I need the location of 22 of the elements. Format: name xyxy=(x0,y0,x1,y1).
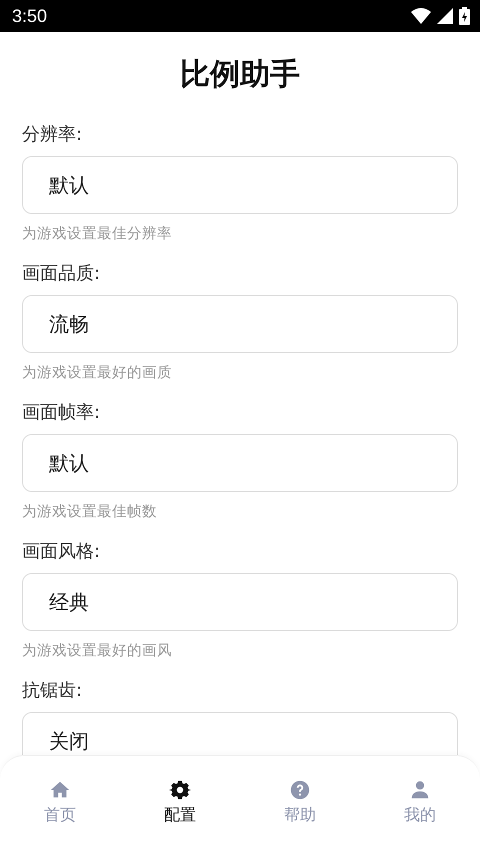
setting-label: 分辨率: xyxy=(22,123,84,146)
select-field[interactable]: 经典 xyxy=(22,573,458,631)
nav-tab[interactable]: 配置 xyxy=(120,779,240,853)
signal-icon xyxy=(437,8,453,24)
page-title: 比例助手 xyxy=(179,56,301,94)
user-icon xyxy=(409,779,431,801)
select-field[interactable]: 默认 xyxy=(22,156,458,214)
clock: 3:50 xyxy=(12,6,48,26)
setting-hint: 为游戏设置最佳帧数 xyxy=(22,503,158,521)
setting-hint: 为游戏设置最佳分辨率 xyxy=(22,224,173,243)
setting-label: 画面风格: xyxy=(22,540,102,563)
setting-label: 画面品质: xyxy=(22,262,102,285)
setting-label: 抗锯齿: xyxy=(22,679,84,702)
select-field[interactable]: 流畅 xyxy=(22,295,458,353)
settings-icon xyxy=(169,779,191,801)
setting-hint: 为游戏设置最好的画风 xyxy=(22,642,173,660)
setting-hint: 为游戏设置最好的画质 xyxy=(22,364,173,382)
setting-label: 画面帧率: xyxy=(22,401,102,424)
wifi-icon xyxy=(411,8,431,24)
select-field[interactable]: 默认 xyxy=(22,434,458,492)
help-icon xyxy=(289,779,311,801)
battery-icon xyxy=(459,7,470,25)
